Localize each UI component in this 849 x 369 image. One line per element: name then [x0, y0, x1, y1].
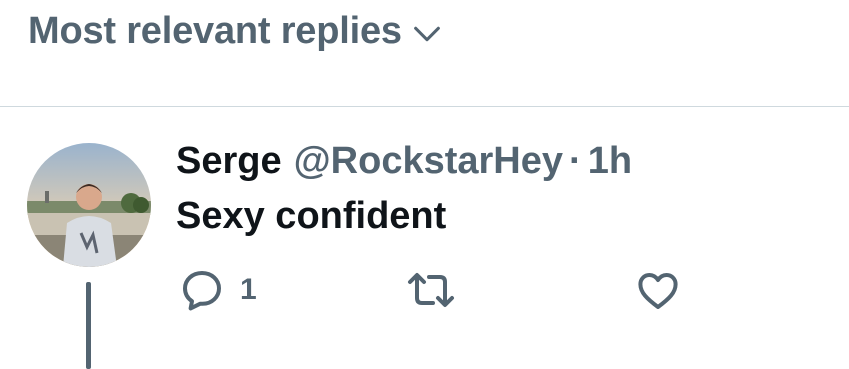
avatar[interactable]: [27, 143, 151, 267]
reply-action-bar: 1: [0, 266, 849, 314]
author-handle[interactable]: @RockstarHey: [294, 138, 563, 184]
heart-icon: [638, 273, 678, 309]
separator-dot: ·: [569, 140, 582, 182]
sort-replies-dropdown[interactable]: Most relevant replies: [28, 10, 444, 53]
reply-button[interactable]: 1: [178, 266, 257, 314]
reply-timestamp[interactable]: 1h: [588, 138, 632, 184]
chevron-down-icon: [413, 26, 440, 41]
reply-count: 1: [240, 273, 257, 306]
sort-replies-label: Most relevant replies: [28, 10, 402, 52]
section-divider: [0, 106, 849, 107]
reply-header: Serge @RockstarHey · 1h: [176, 138, 632, 184]
reply-text: Sexy confident: [176, 195, 447, 237]
repost-button[interactable]: [404, 266, 458, 314]
reply-icon: [183, 271, 221, 311]
like-button[interactable]: [634, 266, 682, 314]
repost-icon: [408, 273, 454, 307]
author-display-name[interactable]: Serge: [176, 138, 282, 184]
